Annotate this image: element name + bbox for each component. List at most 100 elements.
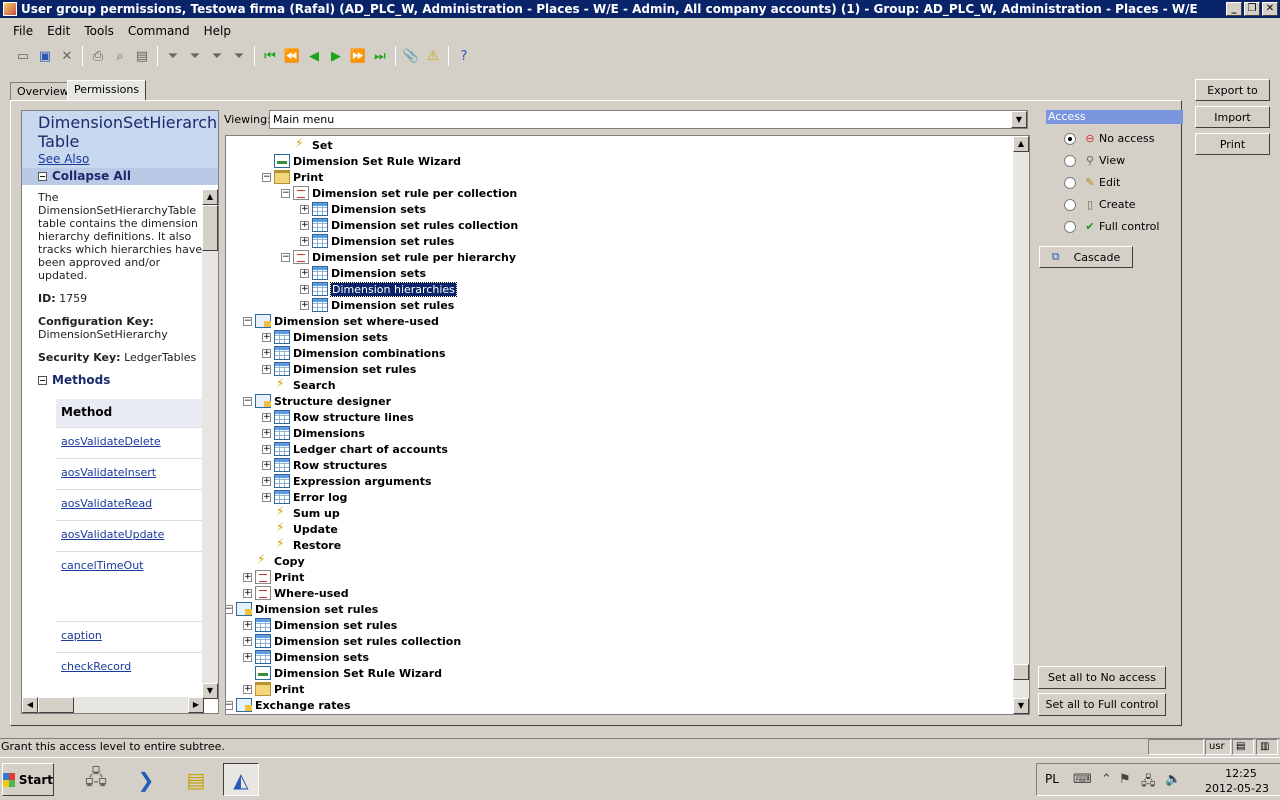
save-icon[interactable]: ▣ <box>34 45 56 67</box>
tree-item[interactable]: + Dimension set rules <box>243 617 397 633</box>
permissions-tree[interactable]: ▲ ▼ SetDimension Set Rule Wizard−Print−D… <box>225 135 1030 715</box>
menu-help[interactable]: Help <box>197 24 238 38</box>
filter-icon[interactable]: ⏷ <box>162 45 184 67</box>
expand-node-icon[interactable]: + <box>300 284 309 294</box>
methods-toggle[interactable]: − Methods <box>38 374 204 387</box>
help-icon[interactable]: ? <box>453 45 475 67</box>
tree-item[interactable]: − Dimension set rule per hierarchy <box>281 249 516 265</box>
method-link[interactable]: aosValidateDelete <box>61 435 161 448</box>
tree-item[interactable]: Dimension Set Rule Wizard <box>243 665 442 681</box>
scroll-thumb[interactable] <box>202 205 218 251</box>
collapse-node-icon[interactable]: − <box>243 316 252 326</box>
access-option[interactable]: ⊖ No access <box>1064 132 1155 145</box>
tree-item[interactable]: − Print <box>262 169 323 185</box>
collapse-node-icon[interactable]: − <box>226 604 233 614</box>
new-icon[interactable]: ▭ <box>12 45 34 67</box>
method-link[interactable]: aosValidateUpdate <box>61 528 164 541</box>
access-radio[interactable] <box>1064 132 1076 145</box>
menu-edit[interactable]: Edit <box>40 24 77 38</box>
tree-item[interactable]: Restore <box>262 536 341 553</box>
previous-record-icon[interactable]: ◀ <box>303 45 325 67</box>
collapse-node-icon[interactable]: − <box>281 252 290 262</box>
expand-node-icon[interactable]: + <box>262 332 271 342</box>
keyboard-icon[interactable]: ⌨ <box>1073 772 1092 787</box>
set-all-full-control-button[interactable]: Set all to Full control <box>1038 693 1166 716</box>
tree-item[interactable]: + Dimension set rules collection <box>243 633 461 649</box>
method-link[interactable]: aosValidateInsert <box>61 466 156 479</box>
tree-vertical-scrollbar[interactable]: ▲ ▼ <box>1013 136 1029 714</box>
tree-item[interactable]: − Dimension set where-used <box>243 313 439 329</box>
scroll-thumb[interactable] <box>38 697 74 713</box>
expand-node-icon[interactable]: + <box>243 588 252 598</box>
clock-date[interactable]: 2012-05-23 <box>1201 782 1273 795</box>
scroll-left-icon[interactable]: ◀ <box>22 697 38 713</box>
tree-item[interactable]: + Row structure lines <box>262 409 414 425</box>
tree-item[interactable]: Dimension Set Rule Wizard <box>262 153 461 169</box>
tree-item[interactable]: + Row structures <box>262 457 387 473</box>
tree-item[interactable]: + Dimension set rules <box>262 361 416 377</box>
access-radio[interactable] <box>1064 220 1076 233</box>
expand-node-icon[interactable]: + <box>300 204 309 214</box>
tree-item[interactable]: + Dimension sets <box>300 265 426 281</box>
next-record-icon[interactable]: ▶ <box>325 45 347 67</box>
network-icon[interactable]: 🖧 <box>1141 772 1156 794</box>
minimize-button[interactable]: _ <box>1226 2 1242 16</box>
tree-item[interactable]: − Structure designer <box>243 393 391 409</box>
expand-node-icon[interactable]: + <box>300 300 309 310</box>
last-record-icon[interactable]: ⏭ <box>369 45 391 67</box>
access-radio[interactable] <box>1064 154 1076 167</box>
help-vertical-scrollbar[interactable]: ▲ ▼ <box>202 189 218 699</box>
powershell-icon[interactable]: ❯ <box>128 763 164 796</box>
collapse-node-icon[interactable]: − <box>281 188 290 198</box>
server-manager-icon[interactable]: 🖧 <box>78 763 114 796</box>
restore-button[interactable]: ❐ <box>1244 2 1260 16</box>
document-handling-icon[interactable]: 📎 <box>400 45 422 67</box>
tree-item[interactable]: + Dimensions <box>262 425 365 441</box>
tree-item[interactable]: + Dimension hierarchies <box>300 281 457 297</box>
expand-node-icon[interactable]: + <box>243 636 252 646</box>
tree-item[interactable]: − Dimension set rules <box>226 601 378 617</box>
expand-node-icon[interactable]: + <box>300 220 309 230</box>
tree-item[interactable]: + Dimension set rules <box>300 233 454 249</box>
scroll-up-icon[interactable]: ▲ <box>1013 136 1029 152</box>
set-all-no-access-button[interactable]: Set all to No access <box>1038 666 1166 689</box>
tree-item[interactable]: + Dimension sets <box>243 649 369 665</box>
tree-item[interactable]: Set <box>281 136 333 153</box>
chevron-up-icon[interactable]: ⌃ <box>1101 772 1112 787</box>
tab-overview[interactable]: Overview <box>10 82 76 100</box>
expand-node-icon[interactable]: + <box>300 236 309 246</box>
expand-node-icon[interactable]: + <box>262 444 271 454</box>
tree-item[interactable]: + Ledger chart of accounts <box>262 441 448 457</box>
print-preview-icon[interactable]: ⌕ <box>109 45 131 67</box>
tree-item[interactable]: + Print <box>243 681 304 697</box>
menu-file[interactable]: File <box>6 24 40 38</box>
tree-item[interactable]: + Print <box>243 569 304 585</box>
expand-node-icon[interactable]: + <box>300 268 309 278</box>
access-option[interactable]: ⚲ View <box>1064 154 1125 167</box>
access-option[interactable]: ✎ Edit <box>1064 176 1120 189</box>
close-button[interactable]: ✕ <box>1262 2 1278 16</box>
scroll-right-icon[interactable]: ▶ <box>188 697 204 713</box>
collapse-node-icon[interactable]: − <box>262 172 271 182</box>
expand-node-icon[interactable]: + <box>243 572 252 582</box>
tree-item[interactable]: + Dimension sets <box>300 201 426 217</box>
remove-filter-icon[interactable]: ⏷ <box>228 45 250 67</box>
tree-item[interactable]: + Expression arguments <box>262 473 432 489</box>
scroll-up-icon[interactable]: ▲ <box>202 189 218 205</box>
tree-item[interactable]: Update <box>262 520 338 537</box>
tab-permissions[interactable]: Permissions <box>67 80 147 101</box>
previous-page-icon[interactable]: ⏪ <box>281 45 303 67</box>
first-record-icon[interactable]: ⏮ <box>259 45 281 67</box>
clock-time[interactable]: 12:25 <box>1211 767 1271 780</box>
collapse-all-button[interactable]: − Collapse All <box>22 168 218 185</box>
filter-by-selection-icon[interactable]: ⏷ <box>184 45 206 67</box>
expand-node-icon[interactable]: + <box>262 412 271 422</box>
tree-item[interactable]: + Error log <box>262 489 347 505</box>
scroll-down-icon[interactable]: ▼ <box>1013 698 1029 714</box>
method-link[interactable]: checkRecord <box>61 660 131 673</box>
expand-node-icon[interactable]: + <box>262 492 271 502</box>
tree-item[interactable]: + Dimension sets <box>262 329 388 345</box>
tree-item[interactable]: − Dimension set rule per collection <box>281 185 517 201</box>
tree-item[interactable]: Sum up <box>262 504 340 521</box>
cascade-button[interactable]: ⧉ Cascade <box>1039 246 1133 268</box>
